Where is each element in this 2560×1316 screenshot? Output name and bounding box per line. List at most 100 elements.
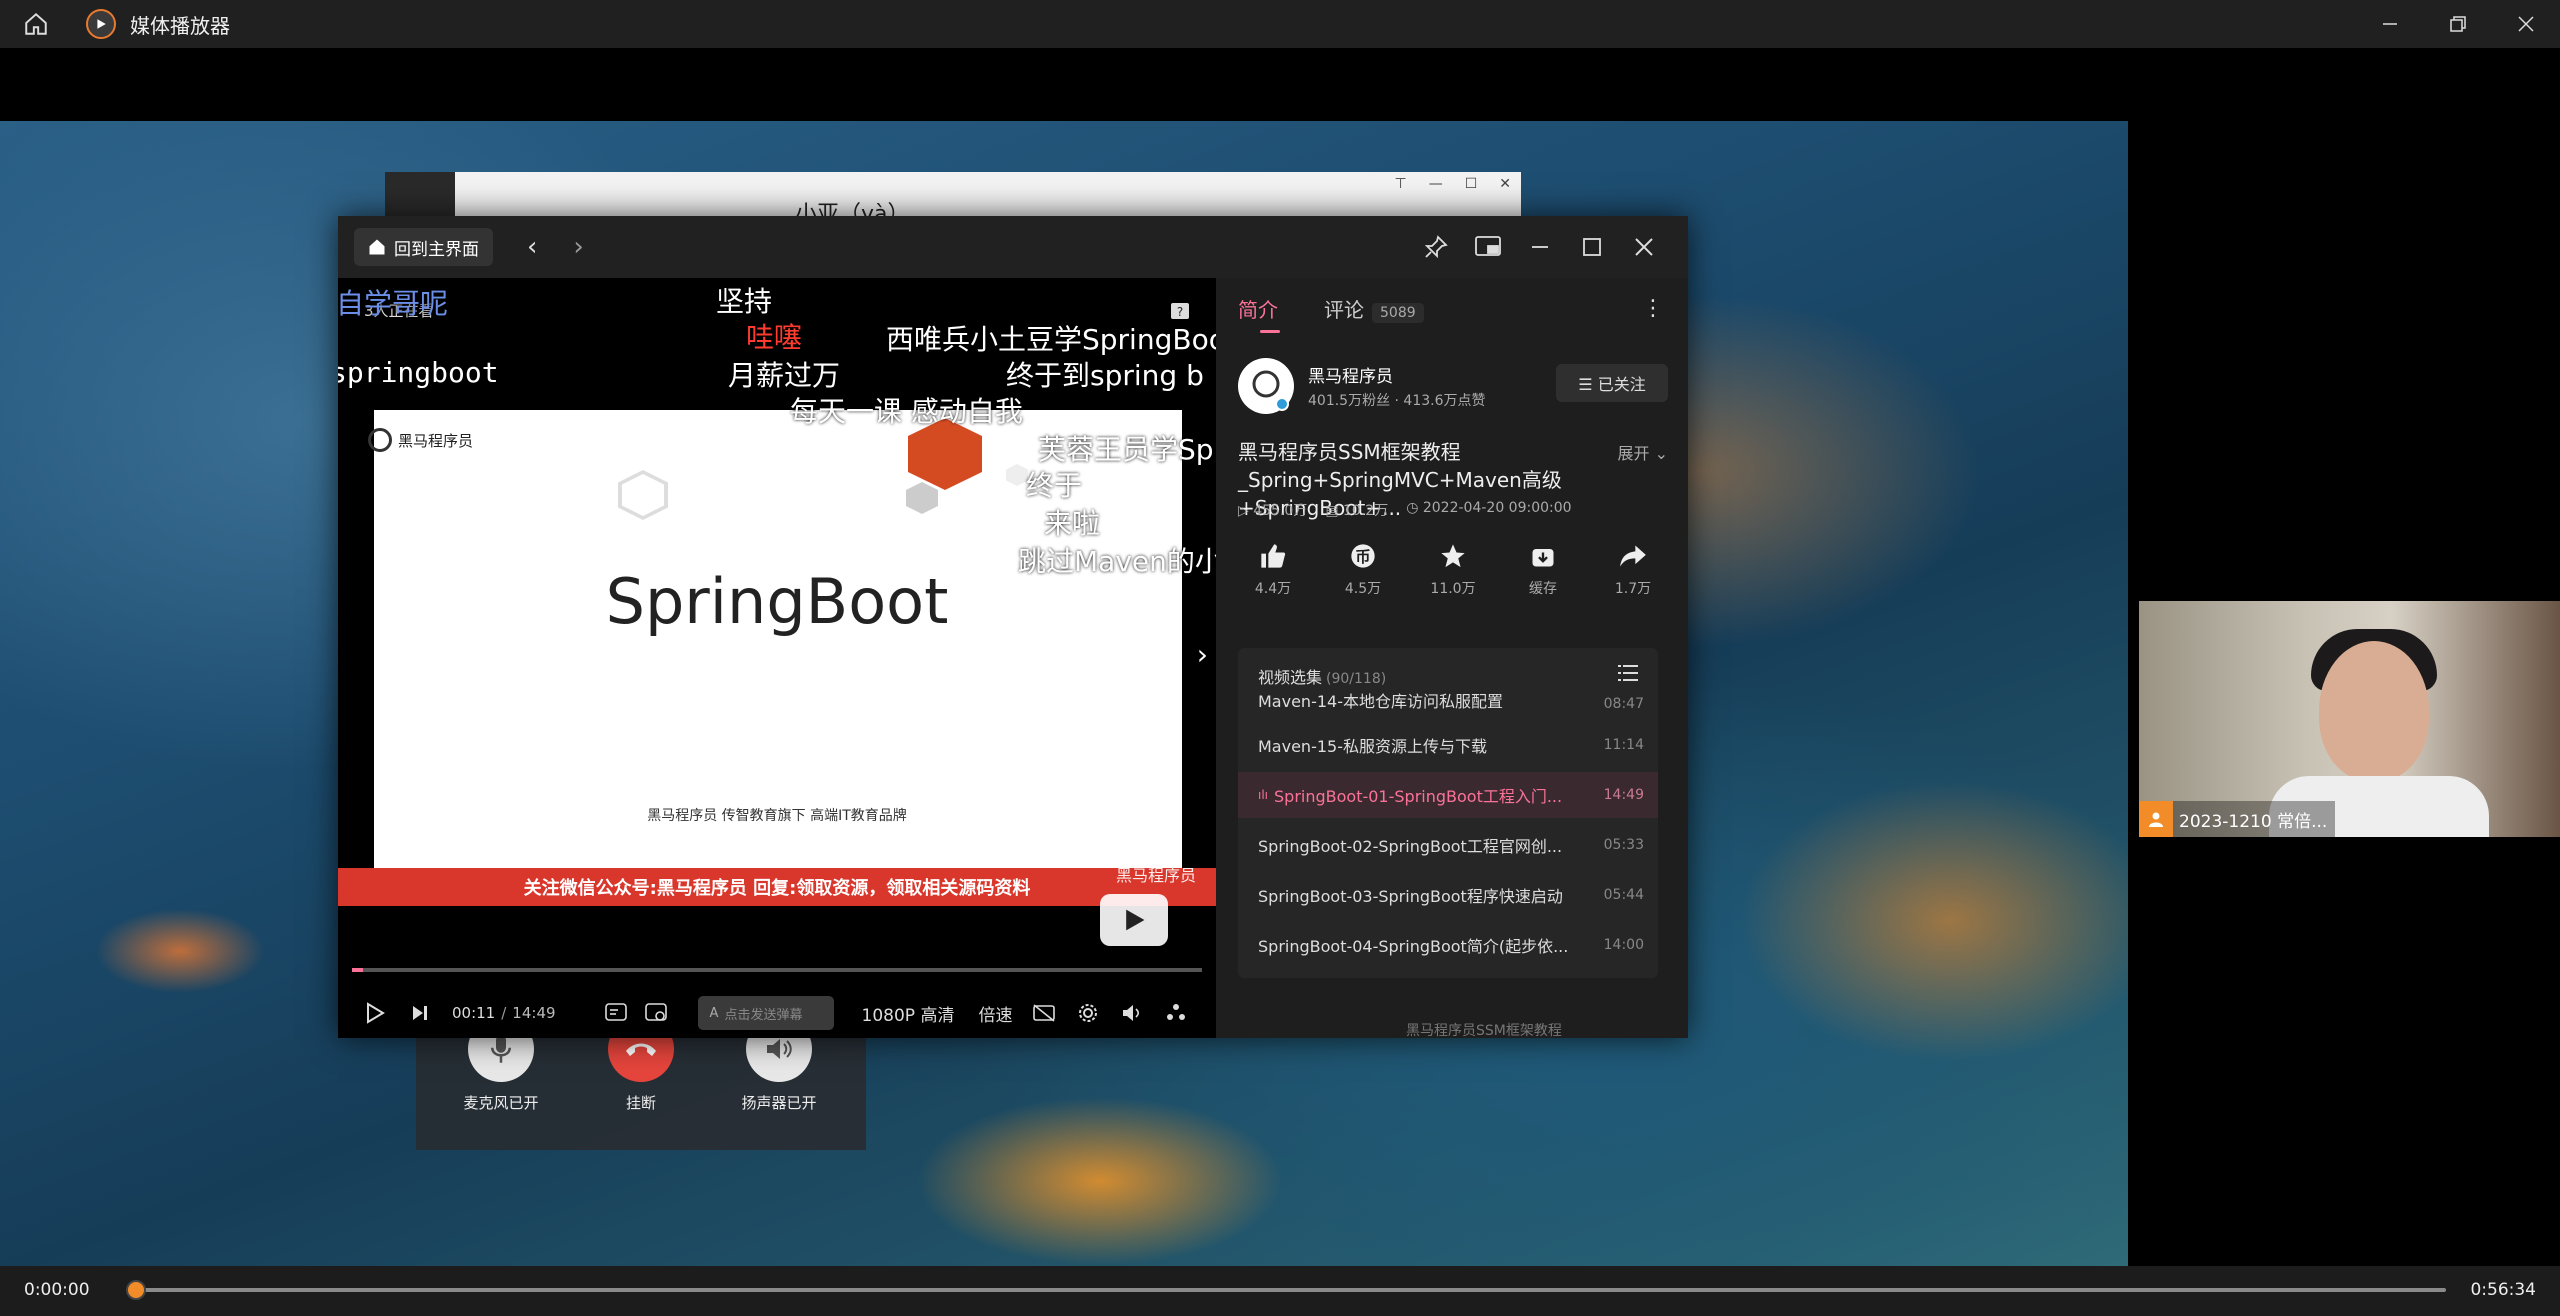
close-button[interactable]	[1618, 237, 1670, 257]
quality-button[interactable]: 1080P 高清	[862, 1001, 955, 1026]
list-item[interactable]: SpringBoot-04-SpringBoot简介(起步依... 14:00	[1238, 922, 1658, 968]
slide-logo: 黑马程序员	[368, 428, 473, 452]
list-item[interactable]: SpringBoot-02-SpringBoot工程官网创... 05:33	[1238, 822, 1658, 868]
list-item[interactable]: SpringBoot-03-SpringBoot程序快速启动 05:44	[1238, 872, 1658, 918]
maximize-icon	[1583, 238, 1601, 256]
maximize-button[interactable]	[1566, 237, 1618, 257]
danmaku-toggle-button[interactable]	[596, 1002, 636, 1024]
bilibili-top-bar: 回到主界面 ‹ ›	[338, 216, 1688, 278]
danmaku-input[interactable]: A 点击发送弹幕	[697, 996, 834, 1030]
danmaku-comment: 西唯兵小土豆学SpringBoot	[886, 323, 1216, 356]
nav-back-button[interactable]: ‹	[527, 232, 537, 262]
chevron-right-icon: ›	[573, 232, 584, 262]
pin-button[interactable]	[1410, 235, 1462, 259]
uploader-info: 黑马程序员 401.5万粉丝 · 413.6万点赞 ☰ 已关注	[1238, 358, 1668, 418]
comment-count: 5089	[1372, 303, 1424, 323]
tab-indicator	[1260, 330, 1280, 333]
play-count-icon: ▷	[1238, 503, 1249, 519]
webcam-name: 2023-1210 常倍...	[2179, 811, 2328, 832]
danmaku-settings-button[interactable]	[636, 1002, 676, 1024]
danmaku-comment: 芙蓉王员学Sp	[1038, 433, 1214, 466]
big-play-button[interactable]	[1100, 894, 1168, 946]
subtitle-button[interactable]	[1022, 1003, 1066, 1023]
like-button[interactable]: 4.4万	[1238, 542, 1308, 598]
expand-side-button[interactable]: ›	[1197, 638, 1208, 671]
danmaku-comment: 每天一课 感动自我	[790, 395, 1023, 428]
star-icon	[1441, 544, 1465, 568]
subtitle-off-icon	[1033, 1004, 1056, 1022]
play-button[interactable]	[350, 1002, 400, 1024]
close-button[interactable]	[2492, 0, 2560, 48]
slide-footer: 黑马程序员 传智教育旗下 高端IT教育品牌	[647, 808, 907, 824]
thumbs-up-icon	[1261, 544, 1286, 568]
microphone-icon	[491, 1035, 511, 1063]
favorite-button[interactable]: 11.0万	[1418, 542, 1488, 598]
hexagon-decoration	[1006, 464, 1028, 486]
close-icon	[2518, 16, 2534, 32]
user-icon	[2139, 801, 2173, 837]
gear-icon	[1079, 1004, 1098, 1022]
tab-intro[interactable]: 简介	[1238, 294, 1278, 323]
time-separator: /	[501, 1004, 507, 1022]
minimize-button[interactable]	[2356, 0, 2424, 48]
danmaku-comment: 终于	[1026, 469, 1083, 502]
uploader-name[interactable]: 黑马程序员	[1308, 362, 1393, 387]
tab-comments[interactable]: 评论	[1324, 294, 1364, 323]
settings-button[interactable]	[1066, 1002, 1110, 1024]
danmaku-comment: 哇噻	[746, 321, 803, 354]
list-item[interactable]: Maven-15-私服资源上传与下载 11:14	[1238, 722, 1658, 768]
restore-icon	[2450, 16, 2466, 32]
video-player[interactable]: 3人正在看 ? 黑马程序员 SpringBoot 黑马程序员 传智教育旗下 高端…	[338, 278, 1216, 1038]
mini-window-button[interactable]	[1462, 236, 1514, 258]
home-icon	[25, 12, 47, 35]
fullscreen-button[interactable]	[1154, 1002, 1198, 1024]
webcam-label: 2023-1210 常倍...	[2139, 801, 2336, 837]
follow-button[interactable]: ☰ 已关注	[1556, 364, 1668, 402]
nav-forward-button[interactable]: ›	[573, 232, 583, 262]
danmaku-comment: 月薪过万	[728, 359, 841, 392]
share-icon	[1620, 545, 1646, 567]
speaker-label: 扬声器已开	[741, 1094, 817, 1112]
restore-button[interactable]	[2424, 0, 2492, 48]
seek-bar[interactable]	[126, 1280, 2446, 1300]
hangup-label: 挂断	[625, 1094, 656, 1112]
next-button[interactable]	[400, 1004, 440, 1022]
action-bar: 4.4万 币 4.5万 11.0万 缓存 1.7万	[1238, 542, 1668, 598]
play-icon	[1126, 909, 1145, 931]
avatar[interactable]	[1238, 358, 1294, 414]
panel-footer-text: 黑马程序员SSM框架教程	[1406, 1023, 1562, 1038]
list-view-button[interactable]	[1618, 664, 1638, 686]
total-time: 0:56:34	[2470, 1280, 2536, 1300]
seek-thumb[interactable]	[126, 1280, 146, 1300]
chevron-down-icon: ⌄	[1654, 444, 1668, 463]
back-to-main-button[interactable]: 回到主界面	[354, 228, 493, 266]
clock-icon: ◷	[1406, 500, 1419, 516]
list-item-current[interactable]: ılı SpringBoot-01-SpringBoot工程入门... 14:49	[1238, 772, 1658, 818]
pin-icon: ⊤	[1394, 176, 1407, 192]
more-button[interactable]: ⋮	[1642, 296, 1664, 321]
home-button[interactable]	[0, 0, 72, 48]
volume-button[interactable]	[1110, 1003, 1154, 1023]
media-controls-bar: 0:00:00 0:56:34	[0, 1266, 2560, 1316]
time-total: 14:49	[512, 1004, 556, 1022]
danmaku-count-icon: ▤	[1325, 503, 1339, 519]
next-icon	[413, 1006, 427, 1020]
player-controls: 00:11 / 14:49 A 点击发送弹幕 1080P 高清 倍速	[338, 988, 1216, 1038]
danmaku-comment: 终于到spring b	[1006, 359, 1204, 392]
cache-button[interactable]: 缓存	[1508, 542, 1578, 598]
svg-text:?: ?	[1177, 305, 1183, 319]
title-bar: 媒体播放器	[0, 0, 2560, 48]
player-progress-bar[interactable]	[352, 968, 1202, 972]
danmaku-comment: 坚持	[716, 285, 773, 318]
expand-button[interactable]: 展开 ⌄	[1617, 440, 1668, 464]
share-button[interactable]: 1.7万	[1598, 542, 1668, 598]
speed-button[interactable]: 倍速	[978, 1001, 1012, 1026]
hexagon-decoration	[906, 482, 938, 514]
minimize-icon	[2383, 23, 2397, 25]
coin-button[interactable]: 币 4.5万	[1328, 542, 1398, 598]
chevron-right-icon: ›	[1196, 638, 1208, 671]
danmaku-comment: 跳过Maven的小	[1018, 545, 1216, 578]
list-item[interactable]: Maven-14-本地仓库访问私服配置 08:47	[1238, 686, 1658, 712]
maximize-icon: ☐	[1464, 176, 1478, 192]
minimize-button[interactable]	[1514, 237, 1566, 257]
